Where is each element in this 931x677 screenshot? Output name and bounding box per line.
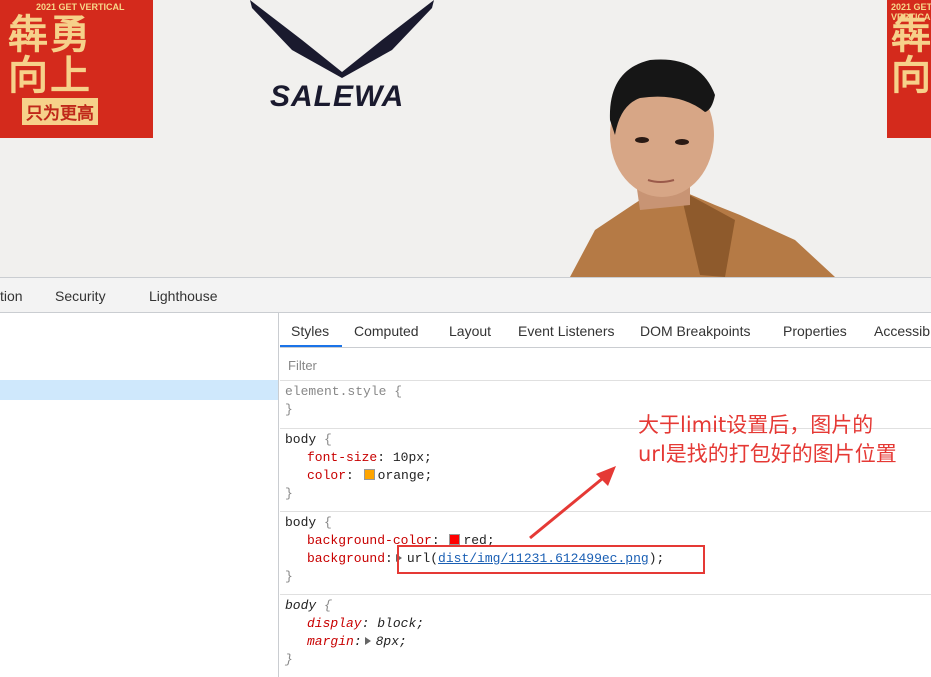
expand-triangle-icon[interactable] <box>364 637 371 645</box>
tab-event-listeners[interactable]: Event Listeners <box>518 323 615 339</box>
tab-accessibility[interactable]: Accessib <box>874 323 930 339</box>
annotation-arrow-icon <box>529 466 616 540</box>
annotation-note: 大于limit设置后，图片的 url是找的打包好的图片位置 <box>638 411 928 469</box>
promo-small-text: 2021 GET VERTICAL <box>36 2 125 12</box>
tab-security[interactable]: Security <box>55 288 106 304</box>
styles-subtabs: Styles Computed Layout Event Listeners D… <box>280 313 931 348</box>
rule-selector: element.style <box>285 384 387 399</box>
annotation-line-2: url是找的打包好的图片位置 <box>638 442 897 466</box>
rule-body-user-agent[interactable]: body { display: block; margin: 8px; } <box>280 595 931 677</box>
rule-close-brace: } <box>285 569 293 584</box>
devtools-main-tabs: tion Security Lighthouse <box>0 278 931 313</box>
tab-application[interactable]: tion <box>0 288 23 304</box>
property-display[interactable]: display: block; <box>285 615 931 633</box>
rule-close-brace: } <box>285 402 293 417</box>
rule-open-brace: { <box>324 515 332 530</box>
rule-open-brace: { <box>394 384 403 399</box>
elements-tree-pane[interactable] <box>0 313 279 677</box>
promo-headline-2: 向上 <box>8 53 92 99</box>
devtools-panel: tion Security Lighthouse Styles Computed… <box>0 277 931 677</box>
rule-open-brace: { <box>324 432 332 447</box>
promo-panel-left: 2021 GET VERTICAL 犇勇 向上 只为更高 <box>0 0 153 138</box>
styles-filter-input[interactable] <box>284 355 924 375</box>
rule-selector: body <box>285 515 317 530</box>
tab-layout[interactable]: Layout <box>449 323 491 339</box>
property-margin[interactable]: margin: 8px; <box>285 633 931 651</box>
selected-node-row[interactable] <box>0 380 278 400</box>
color-swatch-icon[interactable] <box>449 534 461 545</box>
model-photo <box>570 59 835 277</box>
webpage-banner: 2021 GET VERTICAL 犇勇 向上 只为更高 SALEWA 2021… <box>0 0 931 277</box>
styles-filter-bar <box>280 348 931 381</box>
promo-headline-right-1: 犇 <box>891 12 931 58</box>
color-swatch-icon[interactable] <box>363 469 375 480</box>
rule-close-brace: } <box>285 486 293 501</box>
promo-headline-1: 犇勇 <box>8 12 92 58</box>
promo-slogan: 只为更高 <box>22 98 98 125</box>
brand-logo-text: SALEWA <box>270 80 405 113</box>
url-highlight-box <box>397 545 705 574</box>
tab-computed[interactable]: Computed <box>354 323 419 339</box>
tab-dom-breakpoints[interactable]: DOM Breakpoints <box>640 323 750 339</box>
promo-panel-right: 2021 GET VERTICAL 犇 向 <box>887 0 931 138</box>
promo-headline-right-2: 向 <box>891 53 931 99</box>
rule-open-brace: { <box>324 598 332 613</box>
tab-lighthouse[interactable]: Lighthouse <box>149 288 218 304</box>
tab-styles[interactable]: Styles <box>291 323 329 339</box>
rule-close-brace: } <box>285 652 293 667</box>
rule-selector: body <box>285 432 317 447</box>
active-tab-indicator <box>280 345 342 347</box>
rule-selector: body <box>285 598 317 613</box>
annotation-line-1: 大于limit设置后，图片的 <box>638 413 874 437</box>
tab-properties[interactable]: Properties <box>783 323 847 339</box>
